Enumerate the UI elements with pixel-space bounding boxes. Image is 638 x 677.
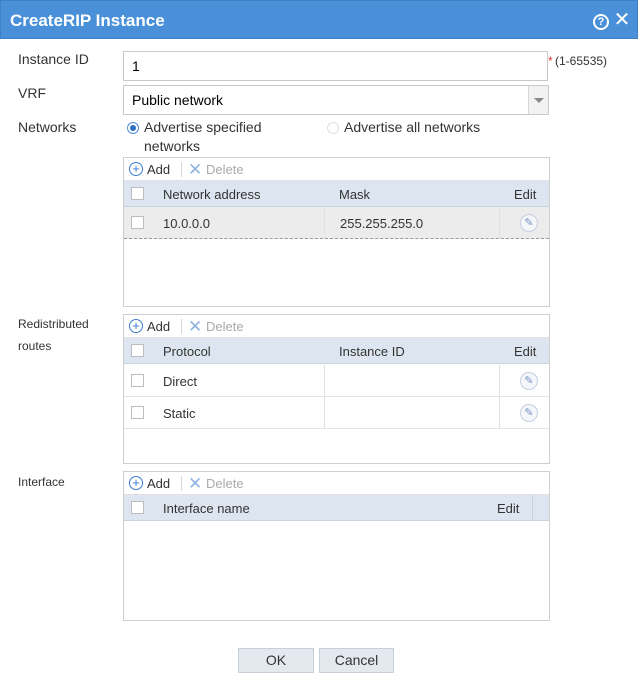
interface-label: Interface: [18, 475, 65, 489]
vrf-select-value: Public network: [132, 92, 224, 108]
column-edit: Edit: [514, 344, 537, 359]
redistributed-routes-label: Redistributed routes: [18, 317, 89, 353]
column-divider: [532, 495, 533, 520]
column-divider: [324, 397, 325, 428]
edit-pencil-icon[interactable]: ✎: [520, 372, 538, 390]
vrf-select[interactable]: Public network: [123, 85, 549, 115]
mask-cell: 255.255.255.0: [340, 216, 424, 231]
networks-toolbar: + Add ✕ Delete: [124, 158, 549, 181]
radio-advertise-all-label[interactable]: Advertise all networks: [344, 118, 480, 137]
column-divider: [499, 207, 500, 238]
toolbar-divider: [181, 476, 182, 491]
network-address-cell: 10.0.0.0: [163, 216, 210, 231]
row-checkbox[interactable]: [131, 374, 144, 387]
x-icon: ✕: [188, 317, 203, 336]
interface-toolbar: + Add ✕ Delete: [124, 472, 549, 495]
column-interface-name[interactable]: Interface name: [163, 501, 250, 516]
networks-label: Networks: [18, 119, 77, 135]
protocol-cell: Static: [163, 406, 196, 421]
networks-table-header: Network address Mask Edit: [124, 181, 549, 207]
instance-id-label: Instance ID: [18, 51, 89, 67]
help-icon[interactable]: ?: [593, 14, 609, 30]
column-divider: [324, 207, 325, 238]
column-mask[interactable]: Mask: [339, 187, 370, 202]
column-instance-id[interactable]: Instance ID: [339, 344, 405, 359]
cancel-button[interactable]: Cancel: [319, 648, 394, 673]
plus-circle-icon: +: [129, 162, 143, 176]
row-checkbox[interactable]: [131, 216, 144, 229]
protocol-cell: Direct: [163, 374, 197, 389]
toolbar-divider: [181, 319, 182, 334]
table-row[interactable]: Static ✎: [124, 397, 549, 429]
instance-id-range-hint: (1-65535): [555, 54, 608, 68]
radio-advertise-specified[interactable]: [127, 122, 139, 134]
redistributed-table-header: Protocol Instance ID Edit: [124, 338, 549, 364]
vrf-label: VRF: [18, 85, 46, 101]
interface-grid: + Add ✕ Delete Interface name Edit: [123, 471, 550, 621]
column-edit: Edit: [514, 187, 537, 202]
select-all-checkbox[interactable]: [131, 187, 144, 200]
required-mark: *: [548, 54, 553, 68]
chevron-down-icon[interactable]: [528, 86, 548, 114]
select-all-checkbox[interactable]: [131, 344, 144, 357]
edit-pencil-icon[interactable]: ✎: [520, 214, 538, 232]
select-all-checkbox[interactable]: [131, 501, 144, 514]
x-icon: ✕: [188, 160, 203, 179]
plus-circle-icon: +: [129, 319, 143, 333]
toolbar-divider: [181, 162, 182, 177]
dialog-titlebar: CreateRIP Instance ? ✕: [0, 0, 638, 39]
radio-advertise-all[interactable]: [327, 122, 339, 134]
column-network-address[interactable]: Network address: [163, 187, 261, 202]
networks-grid: + Add ✕ Delete Network address Mask Edit…: [123, 157, 550, 307]
row-checkbox[interactable]: [131, 406, 144, 419]
column-protocol[interactable]: Protocol: [163, 344, 211, 359]
x-icon: ✕: [188, 474, 203, 493]
close-icon[interactable]: ✕: [613, 10, 631, 30]
interface-table-header: Interface name Edit: [124, 495, 549, 521]
column-divider: [324, 365, 325, 396]
redistributed-grid: + Add ✕ Delete Protocol Instance ID Edit…: [123, 314, 550, 464]
table-row[interactable]: 10.0.0.0 255.255.255.0 ✎: [124, 207, 549, 239]
dialog-title: CreateRIP Instance: [10, 11, 165, 30]
column-edit: Edit: [497, 501, 520, 516]
edit-pencil-icon[interactable]: ✎: [520, 404, 538, 422]
instance-id-input[interactable]: 1: [123, 51, 548, 81]
radio-advertise-specified-label[interactable]: Advertise specified networks: [144, 118, 262, 156]
table-row[interactable]: Direct ✎: [124, 365, 549, 397]
ok-button[interactable]: OK: [238, 648, 314, 673]
redistributed-toolbar: + Add ✕ Delete: [124, 315, 549, 338]
column-divider: [499, 397, 500, 428]
column-divider: [499, 365, 500, 396]
plus-circle-icon: +: [129, 476, 143, 490]
